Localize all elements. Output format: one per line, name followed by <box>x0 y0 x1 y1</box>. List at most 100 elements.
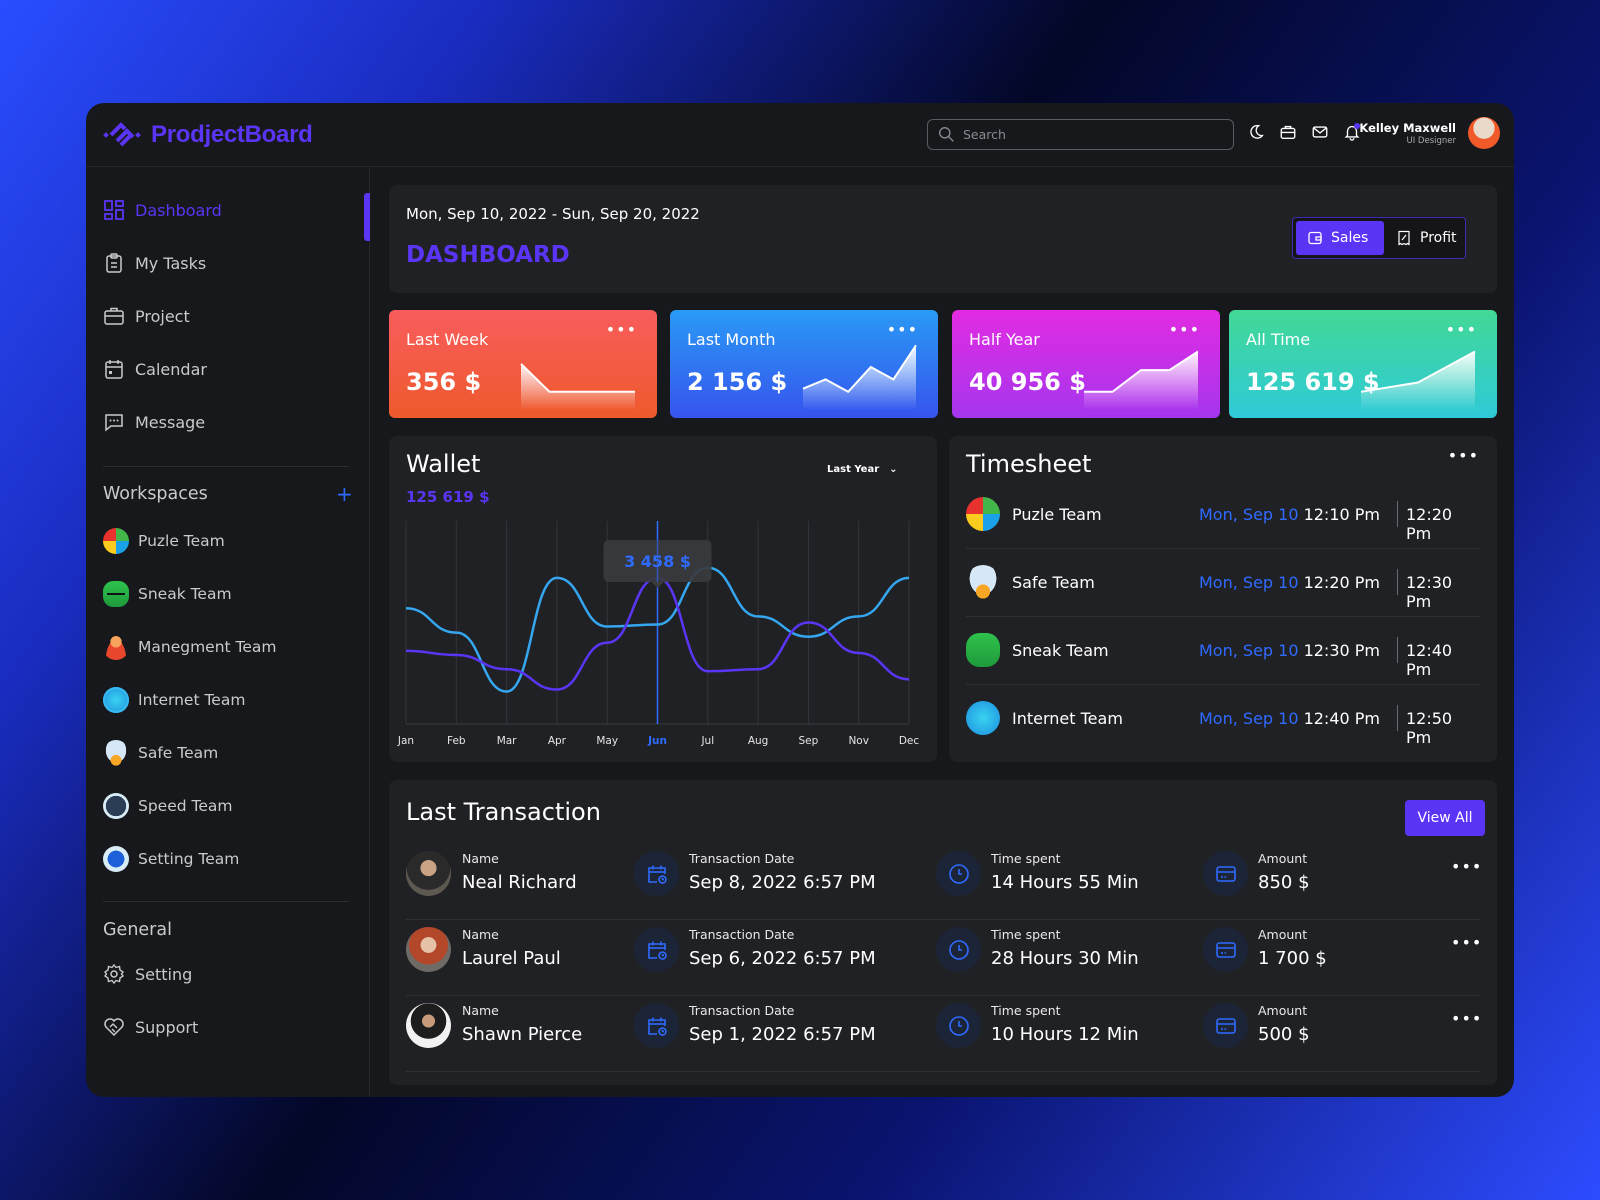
x-tick-label: Jul <box>700 735 714 747</box>
logo[interactable]: ProdjectBoard <box>103 119 313 151</box>
workspace-item-sneak-team[interactable]: Sneak Team <box>103 581 232 607</box>
stat-card-half-year[interactable]: Half Year 40 956 $ ••• <box>952 310 1220 418</box>
sparkline-area <box>1084 351 1198 410</box>
workspace-item-speed-team[interactable]: Speed Team <box>103 793 232 819</box>
wallet-panel: Jan Feb Mar Apr May Jun Jul Aug Sep Nov Dec 3 458 $… <box>389 436 937 762</box>
more-options-icon[interactable]: ••• <box>1451 1009 1482 1028</box>
timesheet-row[interactable]: Sneak Team Mon, Sep 10 12:30 Pm 12:40 Pm <box>966 617 1480 685</box>
workspace-item-internet-team[interactable]: Internet Team <box>103 687 245 713</box>
sidebar-item-calendar[interactable]: Calendar <box>103 358 207 380</box>
sidebar-item-label: My Tasks <box>135 253 207 273</box>
team-name: Safe Team <box>1012 573 1095 592</box>
time-cell: Time spent 28 Hours 30 Min <box>991 927 1139 969</box>
timesheet-date: Mon, Sep 10 <box>1199 709 1299 728</box>
timesheet-row[interactable]: Puzle Team Mon, Sep 10 12:10 Pm 12:20 Pm <box>966 481 1480 549</box>
name-cell: Name Neal Richard <box>462 851 577 893</box>
date-value: Sep 1, 2022 6:57 PM <box>689 1024 876 1045</box>
more-options-icon[interactable]: ••• <box>1448 446 1479 465</box>
date-label: Transaction Date <box>689 927 795 942</box>
date-label: Transaction Date <box>689 851 795 866</box>
date-cell: Transaction Date Sep 8, 2022 6:57 PM <box>689 851 876 893</box>
credit-card-icon <box>1215 865 1236 882</box>
sparkline-last-month <box>802 344 917 410</box>
date-range[interactable]: Mon, Sep 10, 2022 - Sun, Sep 20, 2022 <box>406 205 700 223</box>
sparkline-area <box>803 345 916 410</box>
search-input[interactable] <box>963 127 1203 142</box>
sidebar-item-label: Dashboard <box>135 200 222 220</box>
start-time: 12:10 Pm <box>1303 505 1380 524</box>
workspace-item-safe-team[interactable]: Safe Team <box>103 740 218 766</box>
wallet-total: 125 619 $ <box>406 488 490 506</box>
timesheet-row[interactable]: Safe Team Mon, Sep 10 12:20 Pm 12:30 Pm <box>966 549 1480 617</box>
transaction-row[interactable]: Name Neal Richard Transaction Date Sep 8… <box>406 843 1482 920</box>
calendar-icon-badge <box>634 851 679 896</box>
sidebar-item-project[interactable]: Project <box>103 305 190 327</box>
time-separator <box>1397 705 1398 731</box>
sidebar-item-dashboard[interactable]: Dashboard <box>103 199 222 221</box>
gear-icon <box>103 963 125 985</box>
more-options-icon[interactable]: ••• <box>1451 857 1482 876</box>
briefcase-icon[interactable] <box>1279 123 1297 143</box>
globe-icon <box>966 701 1000 735</box>
time-label: Time spent <box>991 851 1061 866</box>
workspace-item-setting-team[interactable]: Setting Team <box>103 846 239 872</box>
x-tick-label: Jan <box>397 735 414 747</box>
workspace-item-manegment-team[interactable]: Manegment Team <box>103 634 277 660</box>
sparkline-area <box>521 363 635 410</box>
calendar-clock-icon <box>647 1017 667 1036</box>
amount-cell: Amount 500 $ <box>1258 1003 1310 1045</box>
view-all-button[interactable]: View All <box>1405 800 1485 836</box>
period-dropdown[interactable]: Last Year ⌄ <box>827 464 898 475</box>
wallet-icon <box>1308 231 1322 245</box>
name-value: Neal Richard <box>462 872 577 893</box>
more-options-icon[interactable]: ••• <box>1451 933 1482 952</box>
x-tick-label: Aug <box>748 735 769 747</box>
divider <box>103 901 349 902</box>
x-tick-label: Dec <box>899 735 920 747</box>
timesheet-row[interactable]: Internet Team Mon, Sep 10 12:40 Pm 12:50… <box>966 685 1480 753</box>
dashboard-header: Mon, Sep 10, 2022 - Sun, Sep 20, 2022 DA… <box>389 185 1497 293</box>
mail-icon[interactable] <box>1311 123 1329 143</box>
stat-card-last-week[interactable]: Last Week 356 $ ••• <box>389 310 657 418</box>
workspace-item-puzle-team[interactable]: Puzle Team <box>103 528 225 554</box>
team-name: Internet Team <box>1012 709 1123 728</box>
search-icon <box>939 127 954 142</box>
clock-icon-badge <box>936 1003 981 1048</box>
avatar <box>406 851 451 896</box>
sales-toggle-button[interactable]: Sales <box>1296 221 1384 255</box>
profit-toggle-button[interactable]: Profit <box>1385 221 1468 255</box>
team-name: Sneak Team <box>1012 641 1109 660</box>
add-workspace-button[interactable]: + <box>336 482 353 506</box>
card-icon-badge <box>1203 1003 1248 1048</box>
period-label: Last Year <box>827 464 880 475</box>
time-separator <box>1397 569 1398 595</box>
clock-icon-badge <box>936 927 981 972</box>
stat-card-last-month[interactable]: Last Month 2 156 $ ••• <box>670 310 938 418</box>
sidebar-item-support[interactable]: Support <box>103 1016 198 1038</box>
moon-icon[interactable] <box>1247 123 1265 143</box>
calendar-clock-icon <box>647 941 667 960</box>
x-tick-label: Jun <box>647 735 667 747</box>
clock-icon <box>948 939 969 960</box>
user-info[interactable]: Kelley Maxwell UI Designer <box>1348 121 1456 146</box>
x-tick-label: Nov <box>848 735 869 747</box>
sidebar-item-message[interactable]: Message <box>103 411 205 433</box>
time-cell: Time spent 10 Hours 12 Min <box>991 1003 1139 1045</box>
amount-value: 1 700 $ <box>1258 948 1327 969</box>
chevron-down-icon: ⌄ <box>889 464 898 475</box>
sidebar-item-setting[interactable]: Setting <box>103 963 192 985</box>
user-avatar[interactable] <box>1468 117 1500 149</box>
gear-wrench-icon <box>103 846 129 872</box>
sidebar: Dashboard My Tasks Project Calendar Mess… <box>86 168 370 1097</box>
sidebar-item-my-tasks[interactable]: My Tasks <box>103 252 206 274</box>
transaction-row[interactable]: Name Shawn Pierce Transaction Date Sep 1… <box>406 995 1482 1072</box>
amount-label: Amount <box>1258 1003 1308 1018</box>
stat-card-all-time[interactable]: All Time 125 619 $ ••• <box>1229 310 1497 418</box>
search-box[interactable] <box>927 119 1234 150</box>
credit-card-icon <box>1215 1017 1236 1034</box>
top-bar: ProdjectBoard Kelley Maxwell UI Designer <box>86 103 1514 167</box>
start-time: 12:20 Pm <box>1303 573 1380 592</box>
name-value: Laurel Paul <box>462 948 561 969</box>
transaction-row[interactable]: Name Laurel Paul Transaction Date Sep 6,… <box>406 919 1482 996</box>
x-tick-label: Apr <box>548 735 567 747</box>
